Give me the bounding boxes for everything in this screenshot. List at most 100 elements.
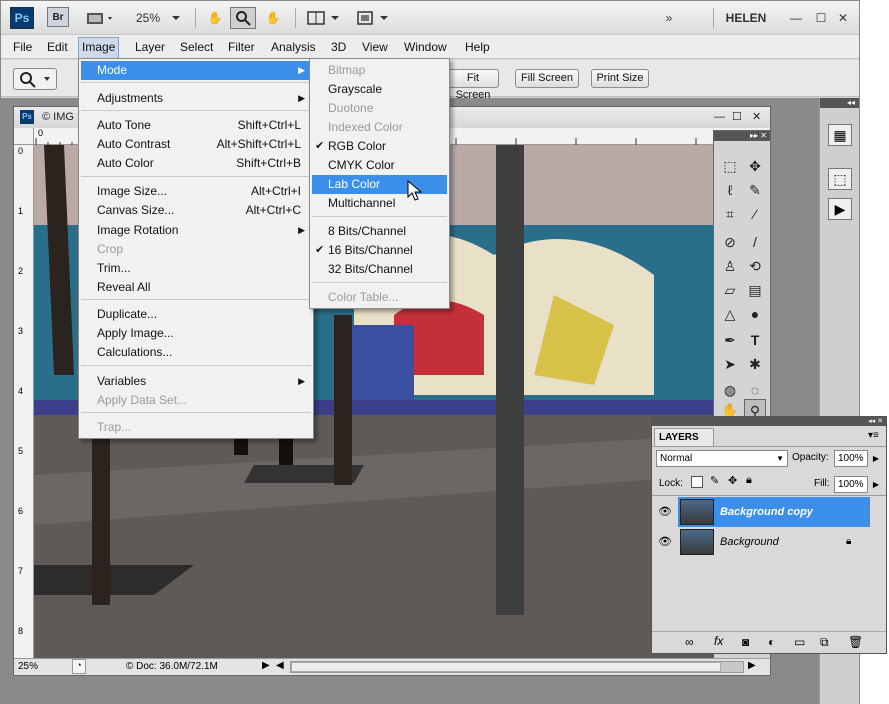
scroll-right-icon[interactable]: ▶ (748, 660, 756, 671)
fill-field[interactable]: 100% (834, 476, 868, 493)
3d-orbit-tool-icon[interactable]: ◌ (744, 379, 766, 401)
brush-tool-icon[interactable]: / (744, 231, 766, 253)
layer-style-icon[interactable]: fx (714, 634, 723, 648)
type-tool-icon[interactable]: T (744, 329, 766, 351)
menu-image[interactable]: Image (78, 37, 120, 59)
scroll-left-icon[interactable]: ◀ (276, 660, 284, 671)
collapse-dock-icon[interactable]: ◂◂ (820, 98, 859, 108)
opacity-slider-arrow-icon[interactable]: ▶ (870, 450, 882, 467)
transform-panel-icon[interactable]: ⬚ (828, 168, 852, 190)
lock-position-icon[interactable]: ✥ (728, 474, 737, 487)
tools-panel-header[interactable]: ▸▸ ✕ (714, 131, 770, 141)
close-icon[interactable]: ✕ (752, 107, 761, 128)
menu-analysis[interactable]: Analysis (268, 39, 319, 57)
lasso-tool-icon[interactable]: ℓ (719, 179, 741, 201)
opacity-field[interactable]: 100% (834, 450, 868, 467)
navigator-panel-icon[interactable]: ▦ (828, 124, 852, 146)
lock-transparent-icon[interactable] (691, 476, 703, 488)
menu-item-apply-image[interactable]: Apply Image... (81, 324, 311, 343)
menu-item-8-bits[interactable]: 8 Bits/Channel (312, 222, 447, 241)
layers-panel-header[interactable]: ◂◂ ✕ (652, 417, 886, 426)
fill-screen-button[interactable]: Fill Screen (515, 69, 579, 88)
healing-brush-tool-icon[interactable]: ⊘ (719, 231, 741, 253)
menu-item-reveal-all[interactable]: Reveal All (81, 278, 311, 297)
move-tool-icon[interactable]: ✥ (744, 155, 766, 177)
menu-item-image-size[interactable]: Image Size... Alt+Ctrl+I (81, 182, 311, 201)
quick-selection-tool-icon[interactable]: ✎ (744, 179, 766, 201)
tool-preset-picker[interactable] (13, 68, 57, 90)
marquee-tool-icon[interactable]: ⬚ (719, 155, 741, 177)
screen-mode-button[interactable] (353, 7, 393, 29)
menu-item-adjustments[interactable]: Adjustments ▶ (81, 89, 311, 108)
blend-mode-select[interactable]: Normal ▼ (656, 450, 788, 467)
status-info-icon[interactable]: ◔ (72, 659, 86, 674)
new-group-icon[interactable]: ▭ (794, 635, 805, 649)
lock-all-icon[interactable]: 🔒︎ (746, 474, 752, 487)
minimize-icon[interactable]: — (714, 107, 725, 128)
menu-select[interactable]: Select (177, 39, 216, 57)
vertical-ruler[interactable]: 0 1 2 3 4 5 6 7 8 (14, 145, 34, 658)
menu-item-16-bits[interactable]: ✔ 16 Bits/Channel (312, 241, 447, 260)
menu-item-canvas-size[interactable]: Canvas Size... Alt+Ctrl+C (81, 201, 311, 220)
menu-layer[interactable]: Layer (132, 39, 168, 57)
panel-menu-icon[interactable]: ▾≡ (868, 430, 879, 441)
arrange-documents-button[interactable] (304, 7, 344, 29)
menu-item-auto-contrast[interactable]: Auto Contrast Alt+Shift+Ctrl+L (81, 135, 311, 154)
menu-item-image-rotation[interactable]: Image Rotation ▶ (81, 221, 311, 240)
history-brush-tool-icon[interactable]: ⟲ (744, 255, 766, 277)
add-mask-icon[interactable]: ◙ (742, 635, 749, 649)
eraser-tool-icon[interactable]: ▱ (719, 279, 741, 301)
shape-tool-icon[interactable]: ✱ (744, 353, 766, 375)
lock-pixels-icon[interactable]: ✎ (710, 474, 719, 487)
clone-stamp-tool-icon[interactable]: ♙ (719, 255, 741, 277)
horizontal-scrollbar[interactable] (290, 661, 744, 673)
menu-filter[interactable]: Filter (225, 39, 258, 57)
menu-item-grayscale[interactable]: Grayscale (312, 80, 447, 99)
status-menu-arrow-icon[interactable]: ▶ (262, 660, 270, 671)
fit-screen-button[interactable]: Fit Screen (447, 69, 499, 101)
menu-item-duplicate[interactable]: Duplicate... (81, 305, 311, 324)
ruler-origin[interactable] (14, 128, 34, 145)
menu-item-auto-tone[interactable]: Auto Tone Shift+Ctrl+L (81, 116, 311, 135)
blur-tool-icon[interactable]: △ (719, 303, 741, 325)
layer-row-background-copy[interactable]: Background copy (678, 497, 870, 527)
animation-panel-icon[interactable]: ▶ (828, 198, 852, 220)
crop-tool-icon[interactable]: ⌗ (719, 203, 741, 225)
scrollbar-thumb[interactable] (291, 662, 721, 672)
dodge-tool-icon[interactable]: ● (744, 303, 766, 325)
minimize-icon[interactable]: — (788, 7, 804, 29)
workspace-name[interactable]: HELEN (721, 7, 771, 29)
layer-row-background[interactable]: Background 🔒︎ (678, 527, 870, 557)
menu-view[interactable]: View (359, 39, 391, 57)
tab-layers[interactable]: LAYERS (654, 428, 714, 446)
menu-item-multichannel[interactable]: Multichannel (312, 194, 447, 213)
link-layers-icon[interactable]: ∞ (685, 635, 694, 649)
visibility-eye-icon[interactable]: 👁︎ (658, 535, 672, 548)
menu-item-trim[interactable]: Trim... (81, 259, 311, 278)
menu-3d[interactable]: 3D (328, 39, 349, 57)
print-size-button[interactable]: Print Size (591, 69, 649, 88)
zoom-level-dropdown[interactable]: 25% (133, 7, 185, 29)
path-selection-tool-icon[interactable]: ➤ (719, 353, 741, 375)
maximize-icon[interactable]: ☐ (813, 7, 829, 29)
delete-layer-icon[interactable]: 🗑︎ (848, 635, 863, 649)
menu-item-lab-color[interactable]: Lab Color (312, 175, 447, 194)
zoom-tool-button[interactable] (230, 7, 256, 29)
zoom-field[interactable]: 25% (18, 661, 38, 672)
menu-help[interactable]: Help (462, 39, 493, 57)
view-extras-button[interactable] (83, 7, 119, 29)
menu-item-rgb-color[interactable]: ✔ RGB Color (312, 137, 447, 156)
3d-rotate-tool-icon[interactable]: ◍ (719, 379, 741, 401)
menu-item-32-bits[interactable]: 32 Bits/Channel (312, 260, 447, 279)
visibility-eye-icon[interactable]: 👁︎ (658, 505, 672, 518)
close-icon[interactable]: ✕ (835, 7, 851, 29)
menu-item-calculations[interactable]: Calculations... (81, 343, 311, 362)
menu-window[interactable]: Window (401, 39, 450, 57)
menu-item-mode[interactable]: Mode ▶ (81, 61, 311, 80)
gradient-tool-icon[interactable]: ▤ (744, 279, 766, 301)
rotate-view-button[interactable]: ✋ (261, 7, 285, 29)
hand-tool-button[interactable]: ✋ (203, 7, 227, 29)
eyedropper-tool-icon[interactable]: ⁄ (744, 203, 766, 225)
maximize-icon[interactable]: ☐ (732, 107, 742, 128)
bridge-button[interactable]: Br (47, 7, 69, 27)
